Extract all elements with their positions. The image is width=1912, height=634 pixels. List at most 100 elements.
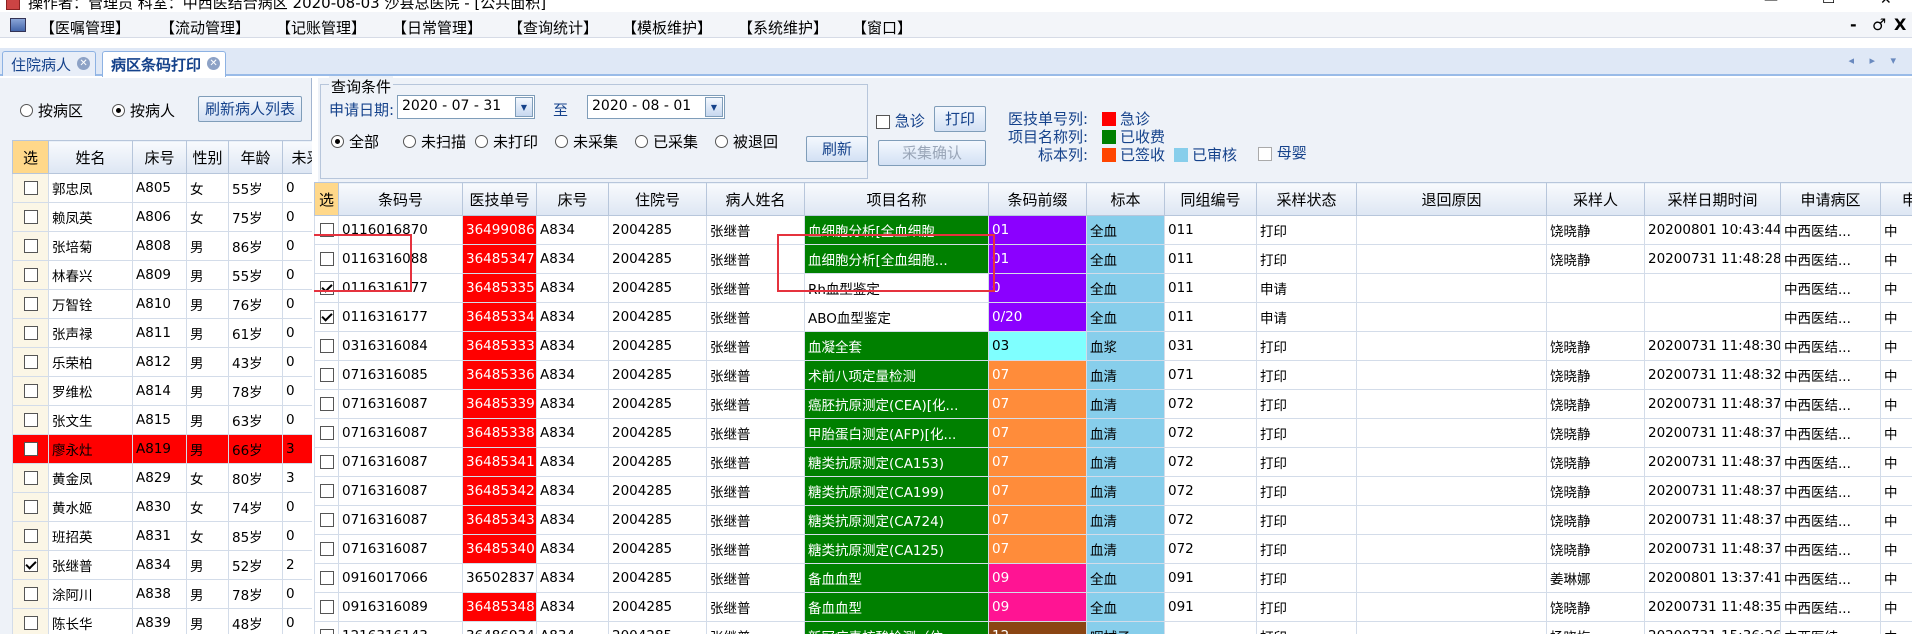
col-return-reason[interactable]: 退回原因: [1356, 182, 1547, 216]
patient-row[interactable]: 林春兴 A809 男 55岁 0: [12, 260, 312, 290]
col-select[interactable]: 选: [314, 182, 339, 216]
tab-inpatients[interactable]: 住院病人 ✕: [2, 51, 97, 76]
tab-scroll-arrows-icon[interactable]: ◂ ▸ ▾: [1848, 54, 1902, 67]
menu-order-management[interactable]: 【医嘱管理】: [40, 17, 130, 38]
checkbox-icon[interactable]: [319, 223, 334, 237]
checkbox-icon[interactable]: [23, 471, 38, 485]
patient-select-checkbox[interactable]: [12, 376, 49, 406]
barcode-row[interactable]: 0716316087 36485339 A834 2004285 张继普 癌胚抗原测定(C…: [314, 389, 1912, 419]
patient-row[interactable]: 张声禄 A811 男 61岁 0: [12, 318, 312, 348]
barcode-row[interactable]: 0116316088 36485347 A834 2004285 张继普 血细胞分析[全血…: [314, 244, 1912, 274]
patient-row[interactable]: 张培菊 A808 男 86岁 0: [12, 231, 312, 261]
col-apply-ward[interactable]: 申请病区: [1780, 182, 1881, 216]
row-select-checkbox[interactable]: [314, 215, 339, 245]
radio-by-patient[interactable]: 按病人: [112, 100, 175, 121]
checkbox-icon[interactable]: [23, 616, 38, 630]
row-select-checkbox[interactable]: [314, 244, 339, 274]
radio-by-ward[interactable]: 按病区: [20, 100, 83, 121]
row-select-checkbox[interactable]: [314, 360, 339, 390]
checkbox-icon[interactable]: [23, 268, 38, 282]
patient-select-checkbox[interactable]: [12, 202, 49, 232]
row-select-checkbox[interactable]: [314, 389, 339, 419]
checkbox-icon[interactable]: [319, 368, 334, 382]
row-select-checkbox[interactable]: [314, 476, 339, 506]
print-button[interactable]: 打印: [934, 106, 986, 132]
row-select-checkbox[interactable]: [314, 418, 339, 448]
close-icon[interactable]: ✕: [77, 57, 91, 70]
barcode-row[interactable]: 0716316087 36485338 A834 2004285 张继普 甲胎蛋白测定(A…: [314, 418, 1912, 448]
checkbox-icon[interactable]: [23, 384, 38, 398]
maximize-button[interactable]: ▭: [1822, 0, 1835, 8]
checkbox-icon[interactable]: [23, 355, 38, 369]
col-collect-status[interactable]: 采样状态: [1256, 182, 1357, 216]
barcode-row[interactable]: 0716316087 36485340 A834 2004285 张继普 糖类抗原测定(C…: [314, 534, 1912, 564]
patient-row[interactable]: 郭忠凤 A805 女 55岁 0: [12, 173, 312, 203]
patient-select-checkbox[interactable]: [12, 434, 49, 464]
col-pending[interactable]: 未采: [282, 140, 312, 174]
patient-row[interactable]: 罗维松 A814 男 78岁 0: [12, 376, 312, 406]
close-icon[interactable]: ✕: [207, 57, 221, 70]
patient-select-checkbox[interactable]: [12, 173, 49, 203]
checkbox-icon[interactable]: [23, 181, 38, 195]
patient-row[interactable]: 张继普 A834 男 52岁 2: [12, 550, 312, 580]
col-bed[interactable]: 床号: [536, 182, 609, 216]
barcode-row[interactable]: 0716316085 36485336 A834 2004285 张继普 术前八项定量检测…: [314, 360, 1912, 390]
checkbox-icon[interactable]: [319, 281, 334, 295]
checkbox-icon[interactable]: [319, 484, 334, 498]
collect-confirm-button[interactable]: 采集确认: [878, 140, 986, 166]
mdi-restore-button[interactable]: ♂: [1872, 15, 1886, 34]
patient-select-checkbox[interactable]: [12, 550, 49, 580]
close-window-button[interactable]: ✕: [1880, 0, 1892, 8]
col-patient-name[interactable]: 病人姓名: [706, 182, 805, 216]
patient-row[interactable]: 张文生 A815 男 63岁 0: [12, 405, 312, 435]
filter-uncollected[interactable]: 未采集: [555, 131, 618, 152]
patient-row[interactable]: 廖永灶 A819 男 66岁 3: [12, 434, 312, 464]
checkbox-icon[interactable]: [319, 513, 334, 527]
refresh-button[interactable]: 刷新: [806, 136, 868, 162]
mdi-close-button[interactable]: X: [1894, 15, 1906, 34]
col-apply-extra[interactable]: 申: [1880, 182, 1912, 216]
row-select-checkbox[interactable]: [314, 621, 339, 634]
patient-select-checkbox[interactable]: [12, 521, 49, 551]
col-select[interactable]: 选: [12, 140, 49, 174]
barcode-row[interactable]: 0716316087 36485341 A834 2004285 张继普 糖类抗原测定(C…: [314, 447, 1912, 477]
row-select-checkbox[interactable]: [314, 534, 339, 564]
col-bed[interactable]: 床号: [132, 140, 187, 174]
patient-row[interactable]: 万智铨 A810 男 76岁 0: [12, 289, 312, 319]
checkbox-icon[interactable]: [319, 600, 334, 614]
col-collector[interactable]: 采样人: [1546, 182, 1645, 216]
checkbox-icon[interactable]: [23, 500, 38, 514]
mdi-minimize-button[interactable]: -: [1850, 15, 1857, 34]
patient-select-checkbox[interactable]: [12, 347, 49, 377]
patient-select-checkbox[interactable]: [12, 463, 49, 493]
patient-select-checkbox[interactable]: [12, 492, 49, 522]
checkbox-icon[interactable]: [319, 397, 334, 411]
barcode-row[interactable]: 0716316087 36485343 A834 2004285 张继普 糖类抗原测定(C…: [314, 505, 1912, 535]
checkbox-icon[interactable]: [23, 210, 38, 224]
col-name[interactable]: 姓名: [48, 140, 133, 174]
row-select-checkbox[interactable]: [314, 447, 339, 477]
date-from-picker[interactable]: 2020 - 07 - 31 ▼: [397, 95, 535, 119]
menu-billing-management[interactable]: 【记账管理】: [276, 17, 366, 38]
col-specimen[interactable]: 标本: [1086, 182, 1165, 216]
col-medno[interactable]: 医技单号: [462, 182, 537, 216]
barcode-row[interactable]: 121631614336486934A8342004285张继普新冠病毒核酸检测…: [314, 621, 1912, 634]
patient-select-checkbox[interactable]: [12, 608, 49, 634]
filter-all[interactable]: 全部: [331, 131, 379, 152]
checkbox-icon[interactable]: [23, 558, 38, 572]
row-select-checkbox[interactable]: [314, 331, 339, 361]
col-collect-time[interactable]: 采样日期时间: [1644, 182, 1781, 216]
barcode-row[interactable]: 0316316084 36485333 A834 2004285 张继普 血凝全套 03 血浆…: [314, 331, 1912, 361]
checkbox-icon[interactable]: [23, 297, 38, 311]
checkbox-icon[interactable]: [23, 326, 38, 340]
filter-unscanned[interactable]: 未扫描: [403, 131, 466, 152]
patient-select-checkbox[interactable]: [12, 231, 49, 261]
minimize-button[interactable]: —: [1764, 0, 1778, 8]
row-select-checkbox[interactable]: [314, 273, 339, 303]
checkbox-icon[interactable]: [319, 571, 334, 585]
col-barcode[interactable]: 条码号: [338, 182, 463, 216]
barcode-row[interactable]: 0916017066 36502837 A834 2004285 张继普 备血血型 09 全血…: [314, 563, 1912, 593]
barcode-row[interactable]: 0116016870 36499086 A834 2004285 张继普 血细胞分析[全血…: [314, 215, 1912, 245]
row-select-checkbox[interactable]: [314, 505, 339, 535]
patient-select-checkbox[interactable]: [12, 405, 49, 435]
